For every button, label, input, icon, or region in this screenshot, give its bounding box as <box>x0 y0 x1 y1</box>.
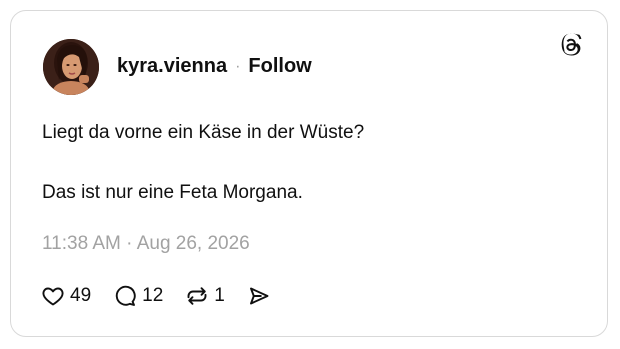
action-bar: 49 12 1 <box>41 284 276 308</box>
repost-button[interactable]: 1 <box>185 284 225 308</box>
post-text-line: Liegt da vorne ein Käse in der Wüste? <box>42 122 365 143</box>
post-timestamp[interactable]: 11:38 AM · Aug 26, 2026 <box>42 233 250 255</box>
reply-button[interactable]: 12 <box>113 284 163 308</box>
post-body: Liegt da vorne ein Käse in der Wüste? Da… <box>42 120 364 206</box>
avatar[interactable] <box>43 39 99 95</box>
post-text-line: Das ist nur eine Feta Morgana. <box>42 182 303 203</box>
send-icon <box>249 287 269 305</box>
like-count: 49 <box>70 285 92 306</box>
share-button[interactable] <box>247 284 276 308</box>
heart-icon <box>42 287 64 306</box>
follow-button[interactable]: Follow <box>248 55 311 78</box>
reply-count: 12 <box>142 285 164 306</box>
repost-icon <box>187 287 207 305</box>
reply-bubble-icon <box>115 285 136 306</box>
separator-dot: · <box>235 57 241 75</box>
username-link[interactable]: kyra.vienna <box>117 55 227 78</box>
like-button[interactable]: 49 <box>41 284 91 308</box>
repost-count: 1 <box>214 285 225 306</box>
threads-post-card: kyra.vienna · Follow Liegt da vorne ein … <box>10 10 608 337</box>
threads-logo-icon[interactable] <box>559 33 583 57</box>
avatar-image <box>43 39 99 95</box>
post-header: kyra.vienna · Follow <box>117 55 312 78</box>
